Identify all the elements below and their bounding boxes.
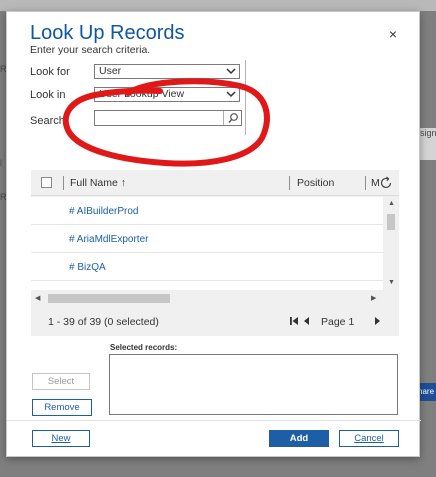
scroll-right-arrow[interactable]: ▶ — [371, 294, 376, 302]
background-share-button: hare — [418, 383, 436, 401]
column-separator — [289, 176, 290, 190]
new-button[interactable]: New — [32, 430, 90, 447]
cancel-button[interactable]: Cancel — [339, 430, 399, 447]
table-row[interactable]: # AIBuilderProd — [31, 197, 383, 225]
search-input[interactable] — [95, 111, 221, 125]
selected-records-list[interactable] — [109, 354, 398, 415]
lookup-records-dialog: Look Up Records Enter your search criter… — [6, 11, 421, 457]
close-icon[interactable]: × — [385, 26, 401, 42]
look-in-value: User Lookup View — [99, 88, 185, 100]
refresh-icon[interactable] — [379, 176, 393, 190]
look-in-select[interactable]: User Lookup View — [94, 87, 240, 102]
chevron-down-icon — [226, 91, 236, 98]
selected-records-label: Selected records: — [110, 343, 178, 352]
column-separator — [63, 176, 64, 190]
scroll-down-arrow[interactable]: ▼ — [388, 279, 395, 286]
grid-header: Full Name ↑ Position M — [31, 170, 399, 196]
chevron-down-icon — [226, 68, 236, 75]
horizontal-scrollbar[interactable]: ◀ ▶ — [31, 290, 383, 306]
select-button[interactable]: Select — [32, 373, 90, 390]
search-icon — [228, 113, 238, 123]
search-label: Search — [30, 115, 65, 127]
look-for-value: User — [99, 65, 122, 77]
horizontal-scroll-thumb[interactable] — [48, 294, 170, 303]
table-row[interactable]: # BizQA — [31, 253, 383, 281]
next-page-icon[interactable] — [371, 315, 383, 327]
form-divider — [245, 60, 246, 135]
column-header-position[interactable]: Position — [297, 177, 334, 189]
search-button[interactable] — [223, 111, 241, 125]
record-link[interactable]: # BizQA — [69, 262, 106, 273]
results-grid: Full Name ↑ Position M # AIBuilderProd #… — [31, 170, 399, 336]
background-fragment: sign — [420, 128, 436, 138]
page-indicator: Page 1 — [321, 316, 355, 328]
column-separator — [365, 176, 366, 190]
column-header-truncated[interactable]: M — [371, 177, 379, 189]
vertical-scrollbar[interactable]: ▲ ▼ — [383, 197, 399, 290]
record-link[interactable]: # AriaMdlExporter — [69, 234, 148, 245]
select-all-checkbox[interactable] — [41, 177, 52, 188]
look-for-label: Look for — [30, 66, 70, 78]
search-box — [94, 110, 242, 126]
grid-rows: # AIBuilderProd # AriaMdlExporter # BizQ… — [31, 197, 383, 290]
look-for-select[interactable]: User — [94, 64, 240, 79]
look-in-label: Look in — [30, 89, 66, 101]
record-link[interactable]: # AIBuilderProd — [69, 206, 139, 217]
previous-page-icon[interactable] — [301, 315, 313, 327]
vertical-scroll-thumb[interactable] — [387, 214, 395, 230]
background-fragment: l — [0, 158, 2, 168]
remove-button[interactable]: Remove — [32, 399, 92, 416]
dialog-title: Look Up Records — [30, 22, 185, 44]
background-top-strip — [0, 0, 436, 11]
scroll-up-arrow[interactable]: ▲ — [388, 200, 395, 207]
column-header-full-name[interactable]: Full Name ↑ — [70, 177, 126, 189]
add-button[interactable]: Add — [269, 430, 329, 447]
dialog-subtitle: Enter your search criteria. — [30, 44, 151, 56]
record-count-status: 1 - 39 of 39 (0 selected) — [48, 316, 159, 328]
footer-divider — [7, 420, 421, 421]
first-page-icon[interactable] — [289, 315, 301, 327]
table-row[interactable]: # AriaMdlExporter — [31, 225, 383, 253]
scroll-left-arrow[interactable]: ◀ — [35, 294, 40, 302]
